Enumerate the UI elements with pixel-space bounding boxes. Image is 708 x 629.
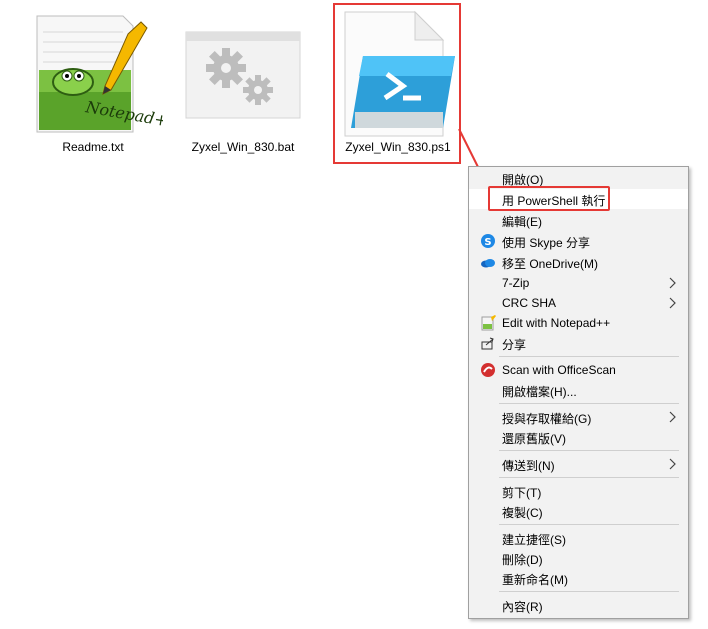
batch-file-gears-icon — [185, 31, 301, 119]
context-menu: 開啟(O) 用 PowerShell 執行 編輯(E) S 使用 Skype 分… — [468, 166, 689, 619]
menu-separator — [499, 356, 679, 357]
chevron-right-icon — [669, 411, 676, 423]
highlighted-item-callout — [488, 186, 610, 211]
onedrive-cloud-icon — [481, 259, 495, 268]
menu-item-edit[interactable]: 編輯(E) — [469, 210, 688, 230]
chevron-right-icon — [669, 297, 676, 309]
menu-item-grant-access[interactable]: 授與存取權給(G) — [469, 407, 688, 427]
menu-separator — [499, 450, 679, 451]
menu-item-cut[interactable]: 剪下(T) — [469, 481, 688, 501]
menu-separator — [499, 403, 679, 404]
notepad-plus-plus-icon — [481, 315, 496, 331]
menu-item-delete[interactable]: 刪除(D) — [469, 548, 688, 568]
menu-item-share[interactable]: 分享 — [469, 333, 688, 353]
notepad-plus-plus-icon: Notepad++ — [36, 15, 163, 133]
menu-item-rename[interactable]: 重新命名(M) — [469, 568, 688, 588]
menu-item-properties[interactable]: 內容(R) — [469, 595, 688, 615]
svg-text:S: S — [484, 237, 491, 248]
menu-item-open[interactable]: 開啟(O) — [469, 168, 688, 188]
menu-item-edit-notepadpp[interactable]: Edit with Notepad++ — [469, 313, 688, 333]
trendmicro-icon — [481, 363, 495, 377]
menu-item-send-to[interactable]: 傳送到(N) — [469, 454, 688, 474]
menu-item-onedrive[interactable]: 移至 OneDrive(M) — [469, 252, 688, 272]
chevron-right-icon — [669, 458, 676, 470]
menu-item-create-shortcut[interactable]: 建立捷徑(S) — [469, 528, 688, 548]
menu-item-crc-sha[interactable]: CRC SHA — [469, 293, 688, 313]
file-name: Readme.txt — [62, 140, 124, 154]
share-icon — [481, 337, 494, 350]
menu-item-open-file[interactable]: 開啟檔案(H)... — [469, 380, 688, 400]
menu-item-copy[interactable]: 複製(C) — [469, 501, 688, 521]
menu-item-7zip[interactable]: 7-Zip — [469, 273, 688, 293]
file-name: Zyxel_Win_830.bat — [191, 140, 295, 154]
menu-separator — [499, 591, 679, 592]
menu-separator — [499, 477, 679, 478]
menu-separator — [499, 524, 679, 525]
selected-file-highlight — [333, 3, 461, 164]
menu-item-officescan[interactable]: Scan with OfficeScan — [469, 360, 688, 380]
menu-item-restore-versions[interactable]: 還原舊版(V) — [469, 427, 688, 447]
chevron-right-icon — [669, 277, 676, 289]
menu-item-skype-share[interactable]: S 使用 Skype 分享 — [469, 231, 688, 251]
skype-icon: S — [481, 234, 495, 248]
